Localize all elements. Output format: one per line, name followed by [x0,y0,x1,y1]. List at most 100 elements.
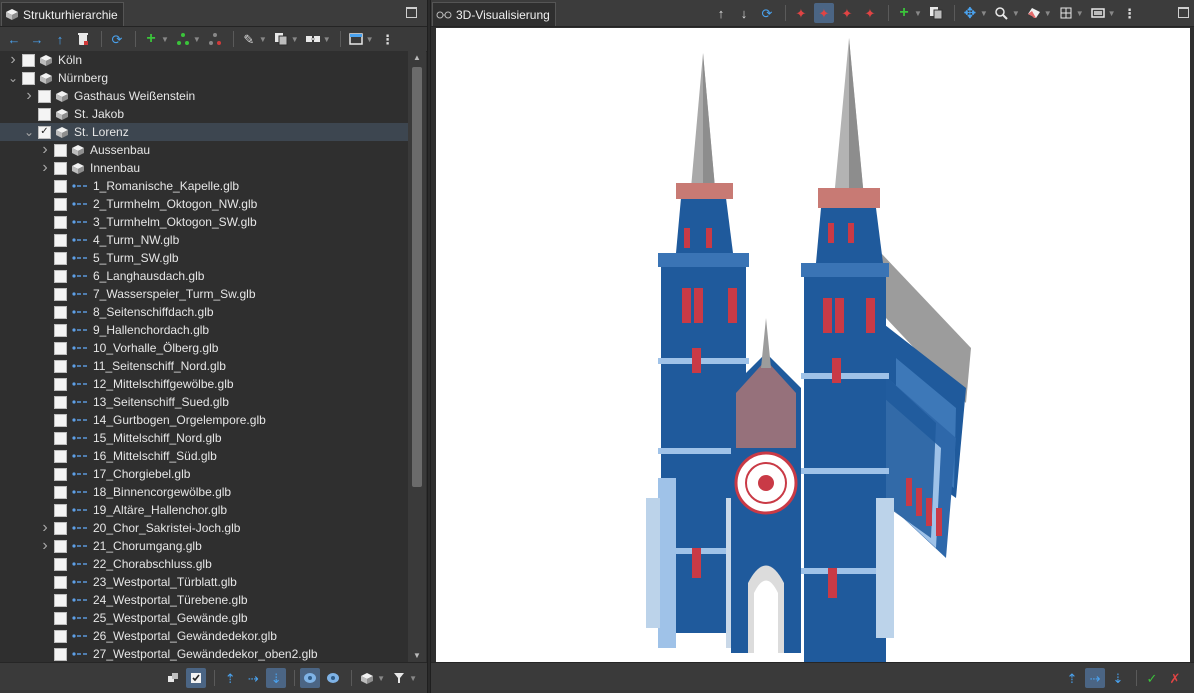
tree-item[interactable]: › Gasthaus Weißenstein [0,87,408,105]
select-remove-icon[interactable]: ✗ [1165,668,1185,688]
collapse-all-icon[interactable] [163,668,183,688]
tree-item[interactable]: › Innenbau [0,159,408,177]
tree-item[interactable]: 6_Langhausdach.glb [0,267,408,285]
tree-item[interactable]: 14_Gurtbogen_Orgelempore.glb [0,411,408,429]
tree-item[interactable]: 19_Altäre_Hallenchor.glb [0,501,408,519]
tree-item[interactable]: 3_Turmhelm_Oktogon_SW.glb [0,213,408,231]
tree-item[interactable]: 5_Turm_SW.glb [0,249,408,267]
tree-checkbox[interactable] [54,269,67,283]
tree-item[interactable]: 1_Romanische_Kapelle.glb [0,177,408,195]
forward-icon[interactable]: → [27,29,47,49]
eraser-icon[interactable] [1024,3,1044,23]
tree-checkbox[interactable] [54,485,67,499]
tree-checkbox[interactable] [54,323,67,337]
link-icon[interactable] [303,29,323,49]
tree-checkbox[interactable] [54,467,67,481]
tree-item[interactable]: St. Jakob [0,105,408,123]
tree-checkbox[interactable]: ✓ [38,125,51,139]
tree-checkbox[interactable] [54,521,67,535]
chevron-down-icon[interactable]: ▼ [323,35,331,44]
tree-checkbox[interactable] [54,287,67,301]
tree-checkbox[interactable] [54,629,67,643]
move-icon[interactable]: ✥ [960,3,980,23]
tree-checkbox[interactable] [54,539,67,553]
screen-icon[interactable] [1088,3,1108,23]
chevron-right-icon[interactable]: › [38,141,52,159]
chevron-down-icon[interactable]: ▼ [1108,9,1116,18]
tree-checkbox[interactable] [22,71,35,85]
view-mode-1-icon[interactable] [300,668,321,688]
tree-checkbox[interactable] [54,449,67,463]
more-icon[interactable]: ⋮ [378,29,398,49]
checkbox-toggle-icon[interactable] [186,668,207,688]
scroll-up-icon[interactable]: ▲ [408,51,426,65]
tree-item[interactable]: › Köln [0,51,408,69]
tree-remove-icon[interactable] [205,29,225,49]
tree-item[interactable]: 9_Hallenchordach.glb [0,321,408,339]
align-right-icon[interactable]: ⇢ [243,668,263,688]
tree-checkbox[interactable] [54,413,67,427]
chevron-right-icon[interactable]: › [38,537,52,555]
tree-checkbox[interactable] [54,647,67,661]
tree-checkbox[interactable] [54,143,67,157]
arrow-down-icon[interactable]: ↓ [734,3,754,23]
tree-item[interactable]: 15_Mittelschiff_Nord.glb [0,429,408,447]
align-down-icon[interactable]: ⇣ [266,668,287,688]
pin-icon[interactable]: ✦ [791,3,811,23]
pin-remove-icon[interactable]: ✦ [860,3,880,23]
pin-link-icon[interactable]: ✦ [814,3,834,23]
scroll-thumb[interactable] [412,67,422,487]
tree-item[interactable]: 8_Seitenschiffdach.glb [0,303,408,321]
up-icon[interactable]: ↑ [50,29,70,49]
tree-checkbox[interactable] [54,197,67,211]
chevron-right-icon[interactable]: › [38,159,52,177]
add-icon[interactable]: + [894,3,914,23]
refresh-icon[interactable]: ⟳ [757,3,777,23]
tab-structure-hierarchy[interactable]: Strukturhierarchie [1,2,124,26]
tree-checkbox[interactable] [54,233,67,247]
tree-checkbox[interactable] [54,215,67,229]
settings-cube-icon[interactable] [357,668,377,688]
tree-checkbox[interactable] [22,53,35,67]
align-down-icon[interactable]: ⇣ [1108,668,1128,688]
tree-item[interactable]: 27_Westportal_Gewändedekor_oben2.glb [0,645,408,663]
tree-checkbox[interactable] [38,107,51,121]
chevron-right-icon[interactable]: › [38,519,52,537]
tree-item[interactable]: 7_Wasserspeier_Turm_Sw.glb [0,285,408,303]
back-icon[interactable]: ← [4,29,24,49]
tree-item[interactable]: 17_Chorgiebel.glb [0,465,408,483]
chevron-down-icon[interactable]: ▼ [1012,9,1020,18]
chevron-down-icon[interactable]: ▼ [259,35,267,44]
chevron-down-icon[interactable]: ▼ [1076,9,1084,18]
trash-icon[interactable] [73,29,93,49]
chevron-down-icon[interactable]: ⌄ [22,123,36,141]
tree-checkbox[interactable] [54,593,67,607]
maximize-icon[interactable] [406,7,417,18]
tree-checkbox[interactable] [54,161,67,175]
tree-checkbox[interactable] [38,89,51,103]
tree-item[interactable]: 22_Chorabschluss.glb [0,555,408,573]
align-up-icon[interactable]: ⇡ [1062,668,1082,688]
scroll-down-icon[interactable]: ▼ [408,649,426,663]
filter-icon[interactable] [389,668,409,688]
add-icon[interactable]: + [141,29,161,49]
chevron-down-icon[interactable]: ▼ [377,674,385,683]
3d-viewport[interactable] [436,28,1190,663]
tree-checkbox[interactable] [54,377,67,391]
tree-scrollbar[interactable]: ▲ ▼ [408,51,426,663]
align-right-icon[interactable]: ⇢ [1085,668,1105,688]
chevron-down-icon[interactable]: ⌄ [6,69,20,87]
select-add-icon[interactable]: ✓ [1142,668,1162,688]
copy-icon[interactable] [271,29,291,49]
tab-3d-visualization[interactable]: 3D-Visualisierung [432,2,556,26]
chevron-right-icon[interactable]: › [22,87,36,105]
copy-icon[interactable] [926,3,946,23]
tree-checkbox[interactable] [54,305,67,319]
chevron-down-icon[interactable]: ▼ [366,35,374,44]
tree-item[interactable]: 25_Westportal_Gewände.glb [0,609,408,627]
tree-checkbox[interactable] [54,557,67,571]
maximize-icon[interactable] [1178,7,1189,18]
tree-item[interactable]: 16_Mittelschiff_Süd.glb [0,447,408,465]
chevron-down-icon[interactable]: ▼ [980,9,988,18]
pencil-icon[interactable]: ✎ [239,29,259,49]
